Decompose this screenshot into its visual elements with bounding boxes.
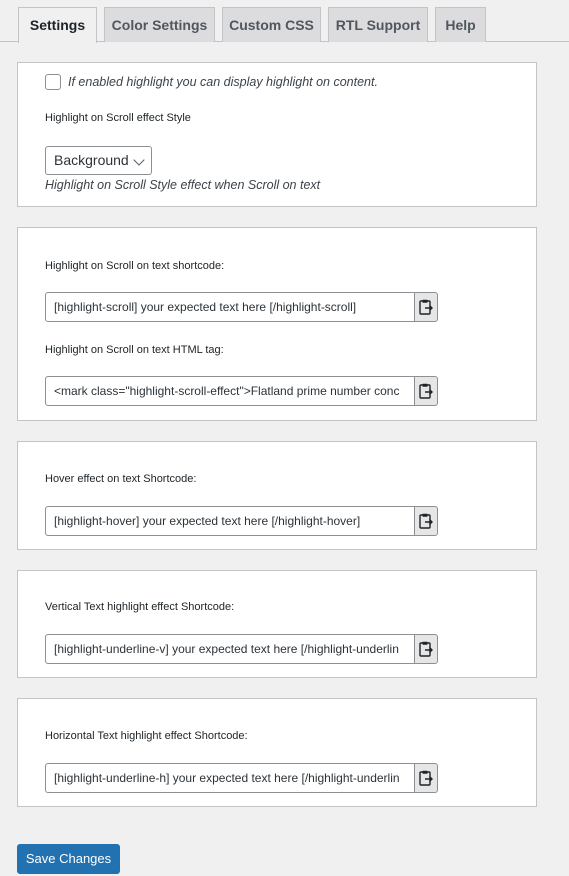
copy-hover-shortcode-button[interactable] [414, 506, 438, 536]
clipboard-icon [419, 770, 433, 786]
enable-highlight-checkbox[interactable] [45, 74, 61, 90]
tab-bar: Settings Color Settings Custom CSS RTL S… [0, 0, 569, 43]
copy-vertical-shortcode-button[interactable] [414, 634, 438, 664]
hover-shortcode-field[interactable]: [highlight-hover] your expected text her… [45, 506, 416, 536]
clipboard-icon [419, 299, 433, 315]
horizontal-shortcode-panel: Horizontal Text highlight effect Shortco… [17, 698, 537, 807]
copy-horizontal-shortcode-button[interactable] [414, 763, 438, 793]
scroll-html-label: Highlight on Scroll on text HTML tag: [45, 344, 224, 356]
scroll-style-value: Background [54, 152, 129, 168]
vertical-shortcode-label: Vertical Text highlight effect Shortcode… [45, 601, 235, 613]
hover-shortcode-label: Hover effect on text Shortcode: [45, 473, 197, 485]
horizontal-shortcode-field[interactable]: [highlight-underline-h] your expected te… [45, 763, 416, 793]
scroll-shortcode-field[interactable]: [highlight-scroll] your expected text he… [45, 292, 416, 322]
scroll-shortcode-panel: Highlight on Scroll on text shortcode: [… [17, 227, 537, 421]
tab-color-settings[interactable]: Color Settings [104, 7, 215, 42]
tab-rtl-support[interactable]: RTL Support [328, 7, 428, 42]
scroll-style-select[interactable]: Background [45, 146, 152, 175]
copy-scroll-html-button[interactable] [414, 376, 438, 406]
clipboard-icon [419, 513, 433, 529]
copy-scroll-shortcode-button[interactable] [414, 292, 438, 322]
horizontal-shortcode-label: Horizontal Text highlight effect Shortco… [45, 730, 248, 742]
save-changes-button[interactable]: Save Changes [17, 844, 120, 874]
enable-highlight-label: If enabled highlight you can display hig… [68, 75, 378, 89]
scroll-style-label: Highlight on Scroll effect Style [45, 112, 191, 124]
highlight-style-panel: If enabled highlight you can display hig… [17, 62, 537, 207]
tab-settings[interactable]: Settings [18, 7, 97, 43]
scroll-style-description: Highlight on Scroll Style effect when Sc… [45, 178, 321, 192]
vertical-shortcode-field[interactable]: [highlight-underline-v] your expected te… [45, 634, 416, 664]
clipboard-icon [419, 641, 433, 657]
tab-custom-css[interactable]: Custom CSS [222, 7, 321, 42]
tab-help[interactable]: Help [435, 7, 486, 42]
clipboard-icon [419, 383, 433, 399]
hover-shortcode-panel: Hover effect on text Shortcode: [highlig… [17, 441, 537, 550]
vertical-shortcode-panel: Vertical Text highlight effect Shortcode… [17, 570, 537, 678]
scroll-html-field[interactable]: <mark class="highlight-scroll-effect">Fl… [45, 376, 416, 406]
chevron-down-icon [133, 154, 145, 166]
scroll-shortcode-label: Highlight on Scroll on text shortcode: [45, 260, 225, 272]
